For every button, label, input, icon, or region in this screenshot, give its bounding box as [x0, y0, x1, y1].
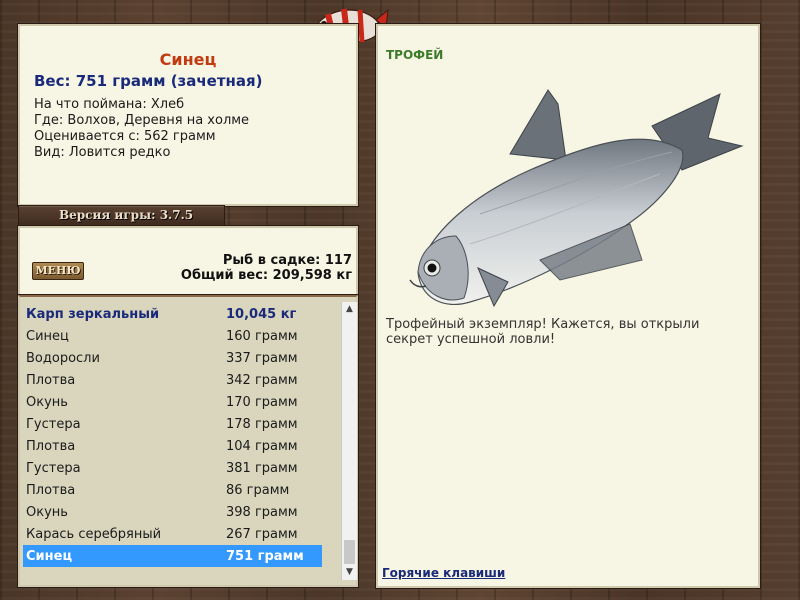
list-item-weight: 170 грамм — [226, 395, 298, 410]
list-item-name: Синец — [26, 329, 69, 344]
list-item-name: Окунь — [26, 505, 68, 520]
game-version-label: Версия игры: 3.7.5 — [59, 208, 194, 222]
list-item-name: Плотва — [26, 373, 76, 388]
list-item[interactable]: Окунь 170 грамм — [23, 391, 322, 413]
list-item-name: Плотва — [26, 439, 76, 454]
list-item-name: Карп зеркальный — [26, 307, 160, 322]
list-item-weight: 398 грамм — [226, 505, 298, 520]
caught-fish-weight: Вес: 751 грамм (зачетная) — [34, 72, 263, 90]
bream-fish-image — [409, 89, 744, 308]
list-item-name: Карась серебряный — [26, 527, 162, 542]
game-version-bar: Версия игры: 3.7.5 — [18, 205, 225, 227]
list-item-weight: 337 грамм — [226, 351, 298, 366]
list-item-weight: 104 грамм — [226, 439, 298, 454]
total-weight: Общий вес: 209,598 кг — [180, 268, 352, 283]
list-item-weight: 267 грамм — [226, 527, 298, 542]
list-item-weight: 381 грамм — [226, 461, 298, 476]
scroll-down-arrow-icon[interactable]: ▼ — [342, 565, 357, 580]
bait-detail: На что поймана: Хлеб — [34, 97, 185, 112]
list-item[interactable]: Густера 381 грамм — [23, 457, 322, 479]
list-item[interactable]: Плотва 342 грамм — [23, 369, 322, 391]
list-item[interactable]: Плотва 104 грамм — [23, 435, 322, 457]
caught-fish-name: Синец — [159, 50, 217, 69]
trophy-message: Трофейный экземпляр! Кажется, вы открыли… — [386, 317, 700, 347]
list-item-name: Густера — [26, 461, 81, 476]
list-item-weight: 342 грамм — [226, 373, 298, 388]
menu-button[interactable]: МЕНЮ — [32, 262, 84, 280]
list-item-name: Синец — [26, 549, 73, 564]
list-item[interactable]: Синец 160 грамм — [23, 325, 322, 347]
list-item-weight: 178 грамм — [226, 417, 298, 432]
list-item-weight: 751 грамм — [226, 549, 304, 564]
list-item-name: Плотва — [26, 483, 76, 498]
keepnet-list-panel: Карп зеркальный 10,045 кг Синец 160 грам… — [18, 295, 358, 587]
list-item[interactable]: Густера 178 грамм — [23, 413, 322, 435]
trophy-panel: ТРОФЕЙ Трофейный экземпляр! Кажется, вы … — [376, 24, 760, 588]
list-item-name: Густера — [26, 417, 81, 432]
list-item-selected[interactable]: Синец 751 грамм — [23, 545, 322, 567]
list-item-weight: 86 грамм — [226, 483, 290, 498]
list-header-row[interactable]: Карп зеркальный 10,045 кг — [23, 303, 322, 325]
list-item[interactable]: Карась серебряный 267 грамм — [23, 523, 322, 545]
scrollbar-thumb[interactable] — [344, 540, 355, 564]
list-item-name: Водоросли — [26, 351, 100, 366]
list-item[interactable]: Водоросли 337 грамм — [23, 347, 322, 369]
catch-info-panel: Синец Вес: 751 грамм (зачетная) На что п… — [18, 24, 358, 206]
kind-detail: Вид: Ловится редко — [34, 145, 171, 160]
hotkeys-link[interactable]: Горячие клавиши — [382, 566, 505, 580]
list-item[interactable]: Окунь 398 грамм — [23, 501, 322, 523]
list-item-name: Окунь — [26, 395, 68, 410]
keepnet-stats-panel: МЕНЮ Рыб в садке: 117 Общий вес: 209,598… — [18, 226, 358, 296]
list-item[interactable]: Плотва 86 грамм — [23, 479, 322, 501]
rating-detail: Оценивается с: 562 грамм — [34, 129, 216, 144]
fish-count: Рыб в садке: 117 — [222, 253, 352, 268]
place-detail: Где: Волхов, Деревня на холме — [34, 113, 250, 128]
list-item-weight: 10,045 кг — [226, 307, 297, 322]
list-item-weight: 160 грамм — [226, 329, 298, 344]
scroll-up-arrow-icon[interactable]: ▲ — [342, 302, 357, 317]
list-scrollbar[interactable]: ▲ ▼ — [341, 302, 357, 580]
